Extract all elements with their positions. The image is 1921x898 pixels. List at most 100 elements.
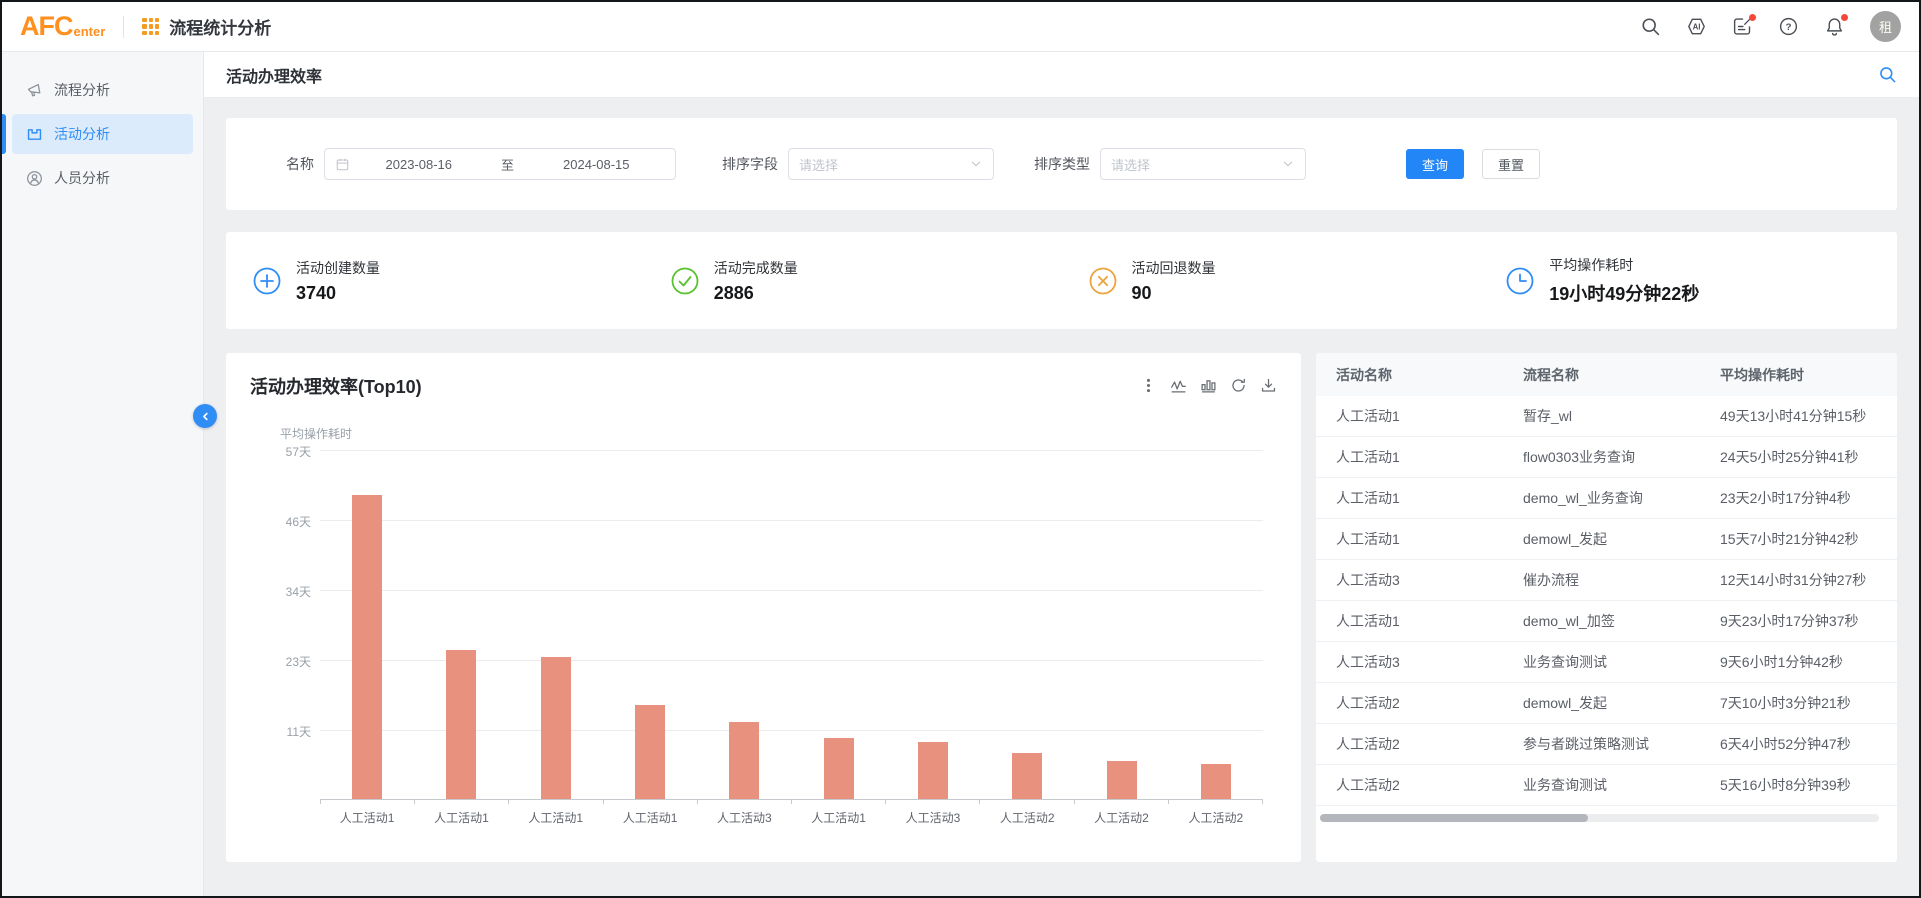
table-row[interactable]: 人工活动2参与者跳过策略测试6天4小时52分钟47秒 <box>1316 724 1897 765</box>
table-row[interactable]: 人工活动1demo_wl_业务查询23天2小时17分钟4秒 <box>1316 478 1897 519</box>
bell-icon[interactable] <box>1824 16 1845 37</box>
refresh-icon[interactable] <box>1230 377 1247 394</box>
logo-suffix-text: enter <box>74 24 106 39</box>
bar-chart-icon[interactable] <box>1200 377 1217 394</box>
date-range-input[interactable]: 2023-08-16 至 2024-08-15 <box>324 148 676 180</box>
bar-slot <box>697 450 791 799</box>
table-body: 人工活动1暂存_wl49天13小时41分钟15秒人工活动1flow0303业务查… <box>1316 396 1897 806</box>
x-axis-label: 人工活动1 <box>509 809 603 826</box>
more-dots-icon[interactable] <box>1140 377 1157 394</box>
table-row[interactable]: 人工活动1flow0303业务查询24天5小时25分钟41秒 <box>1316 437 1897 478</box>
stat-rollback: 活动回退数量 90 <box>1062 258 1480 304</box>
user-avatar[interactable]: 租 <box>1870 11 1901 42</box>
efficiency-chart-card: 活动办理效率(Top10) <box>226 353 1301 862</box>
x-axis-label: 人工活动2 <box>1074 809 1168 826</box>
calendar-icon <box>335 157 350 172</box>
table-cell: 人工活动1 <box>1316 406 1503 426</box>
bar-slot <box>414 450 508 799</box>
stat-value: 19小时49分钟22秒 <box>1549 280 1699 306</box>
table-cell: 人工活动1 <box>1316 488 1503 508</box>
sort-type-label: 排序类型 <box>1034 154 1090 174</box>
date-end-value: 2024-08-15 <box>528 157 666 172</box>
bar[interactable] <box>541 657 571 799</box>
table-row[interactable]: 人工活动3业务查询测试9天6小时1分钟42秒 <box>1316 642 1897 683</box>
x-axis-label: 人工活动2 <box>980 809 1074 826</box>
sidebar: 流程分析 活动分析 人员分析 <box>2 52 204 898</box>
table-cell: 人工活动2 <box>1316 734 1503 754</box>
bar[interactable] <box>352 495 382 799</box>
table-cell: demo_wl_加签 <box>1503 611 1700 631</box>
stats-panel: 活动创建数量 3740 活动完成数量 2886 <box>226 232 1897 329</box>
activity-box-icon <box>26 126 43 143</box>
bar-slot <box>1074 450 1168 799</box>
table-cell: 6天4小时52分钟47秒 <box>1700 734 1897 754</box>
y-tick-label: 46天 <box>286 513 311 530</box>
bar[interactable] <box>446 650 476 799</box>
ai-assistant-icon[interactable]: AI <box>1686 16 1707 37</box>
filter-panel: 名称 2023-08-16 至 2024-08-15 排序字段 <box>226 118 1897 210</box>
filter-actions: 查询 重置 <box>1406 149 1540 179</box>
table-cell: 7天10小时3分钟21秒 <box>1700 693 1897 713</box>
sidebar-item-label: 人员分析 <box>54 168 110 188</box>
x-axis-label: 人工活动1 <box>320 809 414 826</box>
check-circle-icon <box>670 266 700 296</box>
feedback-note-icon[interactable] <box>1732 16 1753 37</box>
bar[interactable] <box>1201 764 1231 799</box>
date-separator: 至 <box>488 155 528 174</box>
table-row[interactable]: 人工活动1暂存_wl49天13小时41分钟15秒 <box>1316 396 1897 437</box>
bar[interactable] <box>1107 761 1137 799</box>
line-chart-icon[interactable] <box>1170 377 1187 394</box>
bar[interactable] <box>729 722 759 799</box>
table-row[interactable]: 人工活动3催办流程12天14小时31分钟27秒 <box>1316 560 1897 601</box>
column-header: 活动名称 <box>1316 365 1503 385</box>
sort-field-label: 排序字段 <box>722 154 778 174</box>
table-row[interactable]: 人工活动2业务查询测试5天16小时8分钟39秒 <box>1316 765 1897 806</box>
column-header: 流程名称 <box>1503 365 1700 385</box>
stat-value: 3740 <box>296 283 380 304</box>
table-cell: 5天16小时8分钟39秒 <box>1700 775 1897 795</box>
table-row[interactable]: 人工活动1demo_wl_加签9天23小时17分钟37秒 <box>1316 601 1897 642</box>
chart-title: 活动办理效率(Top10) <box>250 373 422 399</box>
top-bar: AFC enter 流程统计分析 AI ? <box>2 2 1919 52</box>
sort-type-select[interactable]: 请选择 <box>1100 148 1306 180</box>
bars-layer <box>320 450 1263 799</box>
page-search-icon[interactable] <box>1878 65 1897 84</box>
sidebar-item-personnel-analysis[interactable]: 人员分析 <box>12 158 193 198</box>
sidebar-item-activity-analysis[interactable]: 活动分析 <box>12 114 193 154</box>
logo[interactable]: AFC enter <box>20 13 105 40</box>
stat-label: 活动完成数量 <box>714 258 798 278</box>
x-axis-label: 人工活动3 <box>697 809 791 826</box>
sidebar-item-process-analysis[interactable]: 流程分析 <box>12 70 193 110</box>
bar[interactable] <box>918 742 948 799</box>
bar-slot <box>1169 450 1263 799</box>
table-cell: 人工活动3 <box>1316 652 1503 672</box>
table-row[interactable]: 人工活动1demowl_发起15天7小时21分钟42秒 <box>1316 519 1897 560</box>
divider <box>123 16 124 38</box>
stat-label: 活动创建数量 <box>296 258 380 278</box>
stat-label: 活动回退数量 <box>1132 258 1216 278</box>
query-button[interactable]: 查询 <box>1406 149 1464 179</box>
stat-value: 90 <box>1132 283 1216 304</box>
search-icon[interactable] <box>1640 16 1661 37</box>
bar[interactable] <box>1012 753 1042 799</box>
app-window: AFC enter 流程统计分析 AI ? <box>0 0 1921 898</box>
page-title: 活动办理效率 <box>226 63 322 87</box>
download-icon[interactable] <box>1260 377 1277 394</box>
table-row[interactable]: 人工活动2demowl_发起7天10小时3分钟21秒 <box>1316 683 1897 724</box>
bar[interactable] <box>635 705 665 799</box>
reset-button[interactable]: 重置 <box>1482 149 1540 179</box>
table-cell: demowl_发起 <box>1503 693 1700 713</box>
app-grid-icon[interactable] <box>142 18 159 35</box>
stat-value: 2886 <box>714 283 798 304</box>
bar-slot <box>320 450 414 799</box>
sidebar-collapse-button[interactable] <box>193 404 217 428</box>
scrollbar-thumb[interactable] <box>1320 814 1588 822</box>
bar[interactable] <box>824 738 854 799</box>
y-tick-label: 11天 <box>287 723 311 740</box>
clock-icon <box>1505 266 1535 296</box>
stat-completed: 活动完成数量 2886 <box>644 258 1062 304</box>
table-cell: 业务查询测试 <box>1503 652 1700 672</box>
help-icon[interactable]: ? <box>1778 16 1799 37</box>
sort-field-select[interactable]: 请选择 <box>788 148 994 180</box>
table-cell: 24天5小时25分钟41秒 <box>1700 447 1897 467</box>
